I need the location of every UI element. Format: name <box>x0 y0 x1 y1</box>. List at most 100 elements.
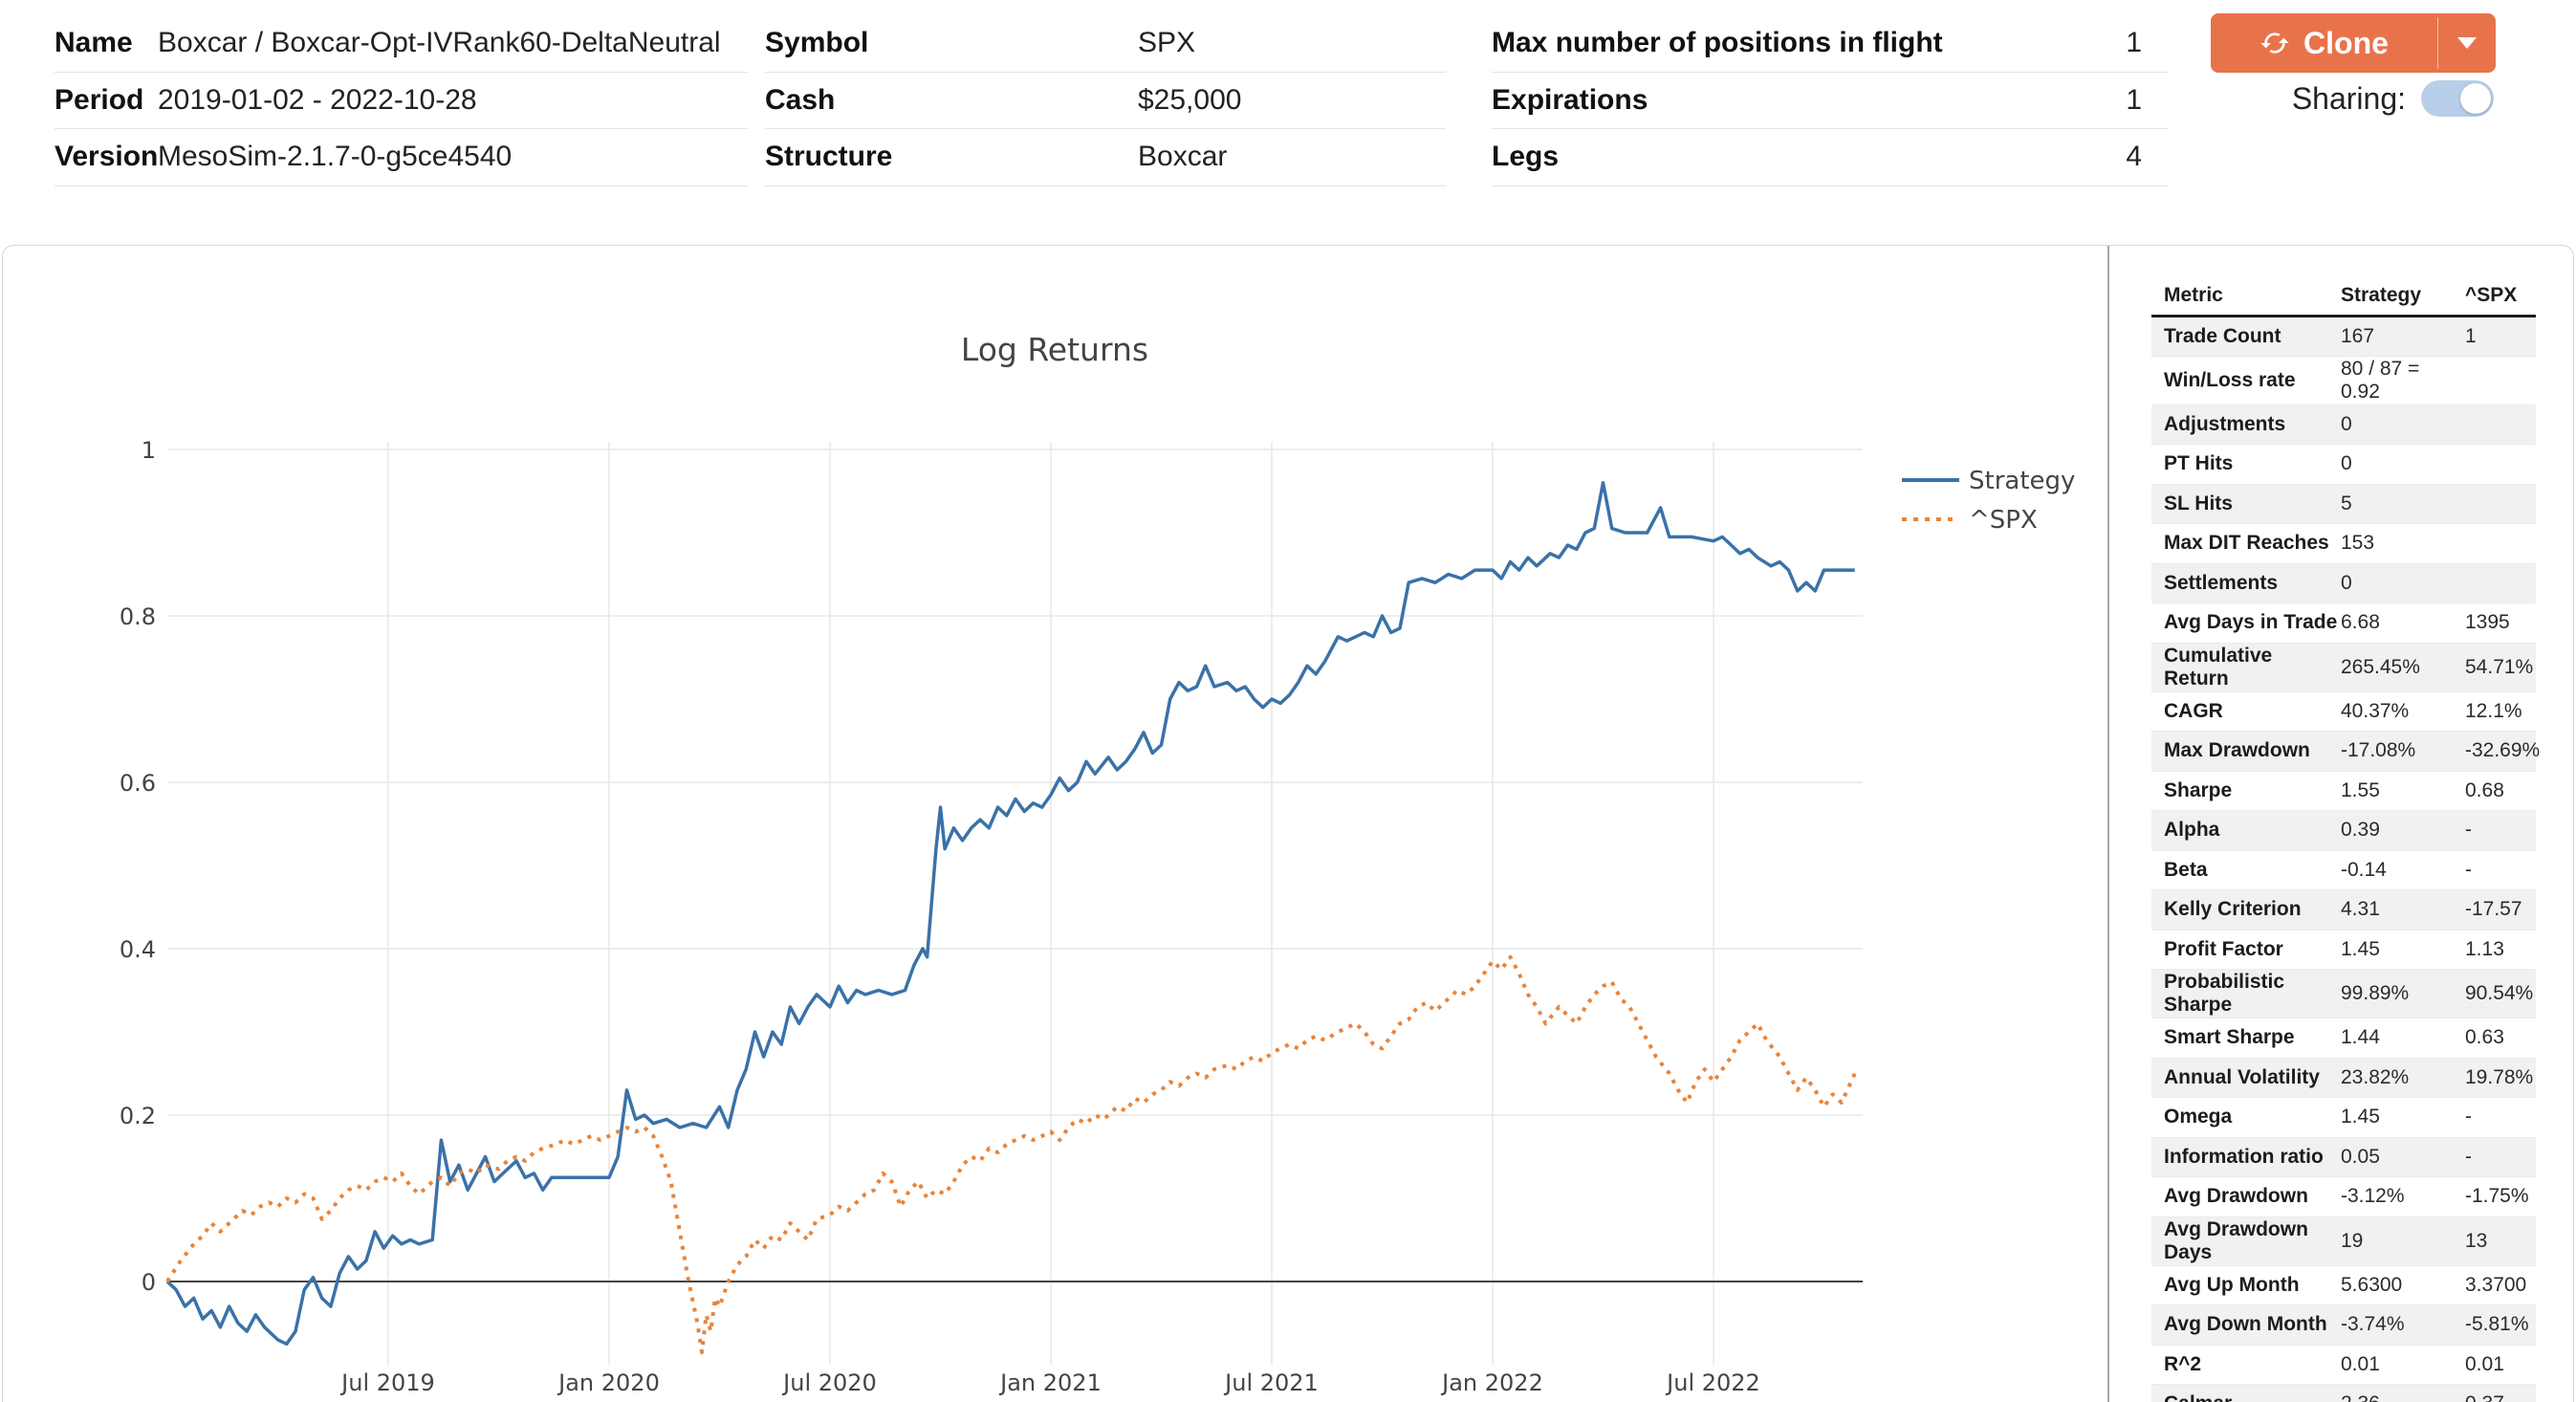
metric-value-spx: - <box>2465 1137 2536 1177</box>
metric-value-strategy: 23.82% <box>2341 1058 2465 1098</box>
chevron-down-icon <box>2457 37 2477 49</box>
table-row: Alpha0.39- <box>2151 811 2536 851</box>
metric-value-strategy: -3.74% <box>2341 1305 2465 1346</box>
table-row: Avg Up Month5.63003.3700 <box>2151 1265 2536 1305</box>
metrics-body: Trade Count1671Win/Loss rate80 / 87 = 0.… <box>2151 317 2536 1402</box>
table-row: Omega1.45- <box>2151 1098 2536 1138</box>
metric-value-strategy: 0 <box>2341 563 2465 603</box>
info-group-right: Max number of positions in flight 1 Expi… <box>1492 15 2169 186</box>
table-row: Calmar2.360.37 <box>2151 1385 2536 1402</box>
y-tick-label: 0.4 <box>120 936 156 963</box>
metrics-col-spx: ^SPX <box>2465 284 2536 317</box>
metric-name: Avg Up Month <box>2151 1265 2341 1305</box>
metric-value-spx: 3.3700 <box>2465 1265 2536 1305</box>
table-row: Smart Sharpe1.440.63 <box>2151 1019 2536 1059</box>
metric-value-strategy: 0 <box>2341 405 2465 445</box>
metric-value-strategy: 167 <box>2341 317 2465 357</box>
metric-name: Annual Volatility <box>2151 1058 2341 1098</box>
metric-name: Settlements <box>2151 563 2341 603</box>
metric-value-strategy: 0.05 <box>2341 1137 2465 1177</box>
metric-value-strategy: 19 <box>2341 1216 2465 1265</box>
structure-label: Structure <box>765 141 1138 173</box>
clone-icon <box>2259 28 2290 58</box>
panel-divider[interactable] <box>2107 246 2109 1402</box>
metric-name: Calmar <box>2151 1385 2341 1402</box>
clone-button[interactable]: Clone <box>2211 13 2496 73</box>
metric-value-spx: 0.01 <box>2465 1345 2536 1385</box>
info-row-max-positions: Max number of positions in flight 1 <box>1492 15 2169 73</box>
metric-name: Avg Days in Trade <box>2151 603 2341 644</box>
header: Name Boxcar / Boxcar-Opt-IVRank60-DeltaN… <box>0 0 2576 245</box>
metric-name: Alpha <box>2151 811 2341 851</box>
metric-name: Avg Drawdown <box>2151 1177 2341 1217</box>
legend-item-strategy[interactable]: Strategy <box>1902 467 2075 495</box>
metric-value-spx: 0.63 <box>2465 1019 2536 1059</box>
chart-title-text: Log Returns <box>961 331 1148 368</box>
table-row: Settlements0 <box>2151 563 2536 603</box>
metric-value-strategy: 265.45% <box>2341 643 2465 691</box>
sharing-toggle[interactable] <box>2421 80 2494 117</box>
metric-value-strategy: 153 <box>2341 524 2465 564</box>
metric-value-spx: - <box>2465 811 2536 851</box>
cash-label: Cash <box>765 84 1138 117</box>
metric-name: Cumulative Return <box>2151 643 2341 691</box>
metrics-col-metric: Metric <box>2151 284 2341 317</box>
metric-name: PT Hits <box>2151 445 2341 485</box>
y-tick-label: 0.2 <box>120 1103 156 1129</box>
metric-value-strategy: 5 <box>2341 484 2465 524</box>
metric-value-strategy: 1.45 <box>2341 930 2465 970</box>
metric-value-strategy: 1.44 <box>2341 1019 2465 1059</box>
name-value: Boxcar / Boxcar-Opt-IVRank60-DeltaNeutra… <box>158 27 721 59</box>
content-panel: 00.20.40.60.81Jul 2019Jan 2020Jul 2020Ja… <box>2 245 2574 1402</box>
metric-name: Omega <box>2151 1098 2341 1138</box>
table-row: Probabilistic Sharpe99.89%90.54% <box>2151 970 2536 1019</box>
metric-value-spx: 19.78% <box>2465 1058 2536 1098</box>
metric-name: CAGR <box>2151 691 2341 732</box>
expirations-label: Expirations <box>1492 84 1648 117</box>
metric-value-strategy: 1.45 <box>2341 1098 2465 1138</box>
version-label: Version <box>55 141 158 173</box>
series-line-spx <box>167 957 1855 1352</box>
table-row: PT Hits0 <box>2151 445 2536 485</box>
metric-value-strategy: -17.08% <box>2341 732 2465 772</box>
clone-dropdown-button[interactable] <box>2438 13 2496 73</box>
structure-value: Boxcar <box>1138 141 1227 173</box>
name-label: Name <box>55 27 158 59</box>
version-value: MesoSim-2.1.7-0-g5ce4540 <box>158 141 512 173</box>
legend-item-spx[interactable]: ^SPX <box>1902 506 2038 535</box>
metric-value-spx: 54.71% <box>2465 643 2536 691</box>
table-row: Sharpe1.550.68 <box>2151 771 2536 811</box>
log-returns-chart: 00.20.40.60.81Jul 2019Jan 2020Jul 2020Ja… <box>3 246 2110 1402</box>
info-row-cash: Cash $25,000 <box>765 73 1446 130</box>
cash-value: $25,000 <box>1138 84 1241 117</box>
metric-value-strategy: 99.89% <box>2341 970 2465 1019</box>
x-tick-label: Jul 2019 <box>339 1369 435 1396</box>
table-row: Information ratio0.05- <box>2151 1137 2536 1177</box>
metric-value-spx: - <box>2465 1098 2536 1138</box>
metric-value-strategy: 2.36 <box>2341 1385 2465 1402</box>
metric-value-spx: 1 <box>2465 317 2536 357</box>
metric-value-strategy: 6.68 <box>2341 603 2465 644</box>
metric-value-strategy: 1.55 <box>2341 771 2465 811</box>
clone-button-label: Clone <box>2303 26 2389 61</box>
metric-value-spx: 0.68 <box>2465 771 2536 811</box>
clone-button-main[interactable]: Clone <box>2211 13 2437 73</box>
metrics-table: Metric Strategy ^SPX Trade Count1671Win/… <box>2151 284 2536 1402</box>
info-row-period: Period 2019-01-02 - 2022-10-28 <box>55 73 748 130</box>
chart-gridlines <box>167 442 1863 1365</box>
legs-value: 4 <box>2126 141 2169 173</box>
metric-name: Smart Sharpe <box>2151 1019 2341 1059</box>
chart-legend[interactable]: Strategy ^SPX <box>1902 467 2075 535</box>
metric-value-spx: 13 <box>2465 1216 2536 1265</box>
metric-name: Avg Down Month <box>2151 1305 2341 1346</box>
x-tick-label: Jul 2022 <box>1665 1369 1760 1396</box>
legs-label: Legs <box>1492 141 1559 173</box>
metric-value-strategy: 0.39 <box>2341 811 2465 851</box>
info-row-name: Name Boxcar / Boxcar-Opt-IVRank60-DeltaN… <box>55 15 748 73</box>
table-row: Trade Count1671 <box>2151 317 2536 357</box>
info-row-version: Version MesoSim-2.1.7-0-g5ce4540 <box>55 129 748 186</box>
x-tick-label: Jul 2020 <box>781 1369 877 1396</box>
chart-title: Log Returns <box>961 331 1148 368</box>
metric-name: Adjustments <box>2151 405 2341 445</box>
x-tick-label: Jan 2022 <box>1440 1369 1543 1396</box>
